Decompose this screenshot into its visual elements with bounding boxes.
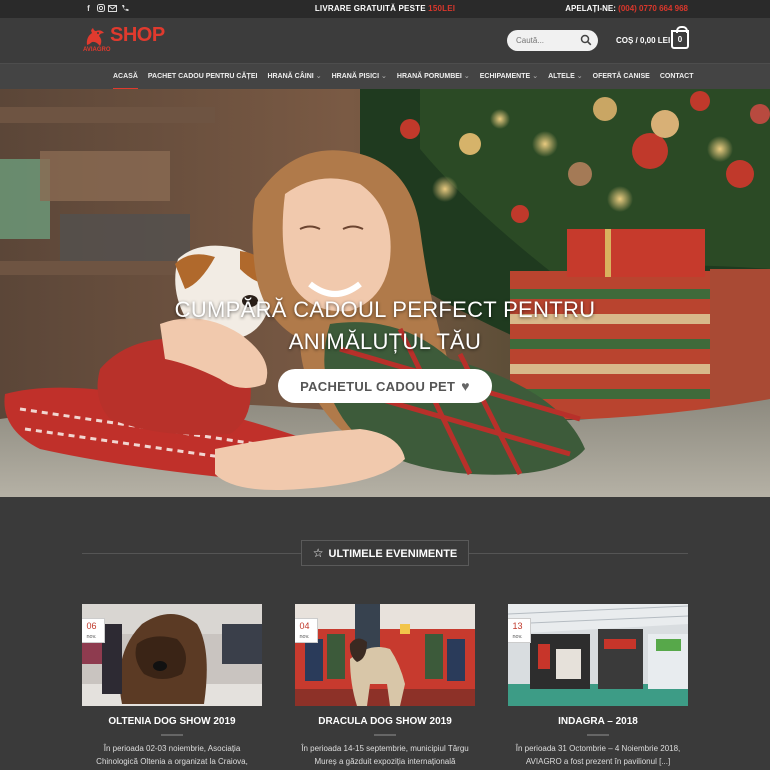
nav-item-acasă[interactable]: ACASĂ <box>113 64 138 90</box>
hero-headline: CUMPĂRĂ CADOUL PERFECT PENTRU ANIMĂLUȚUL… <box>0 294 770 358</box>
nav-item-label: ALTELE <box>548 73 575 80</box>
star-icon: ☆ <box>312 546 324 560</box>
event-card[interactable]: 13 nov. INDAGRA – 2018 În perioada 31 Oc… <box>508 604 688 768</box>
event-card[interactable]: 06 nov. OLTENIA DOG SHOW 2019 În perioad… <box>82 604 262 770</box>
event-day: 04 <box>299 621 310 631</box>
chevron-down-icon: ⌄ <box>315 73 322 80</box>
gift-pack-button[interactable]: PACHETUL CADOU PET ♥ <box>278 369 492 403</box>
event-excerpt: În perioada 14-15 septembrie, municipiul… <box>301 744 469 766</box>
event-image <box>508 604 688 706</box>
nav-item-label: HRANĂ PISICI <box>331 73 380 80</box>
event-day: 13 <box>512 621 523 631</box>
hero-image <box>0 89 770 497</box>
chevron-down-icon: ⌄ <box>381 73 387 80</box>
nav-item-label: ECHIPAMENTE <box>479 73 531 80</box>
nav-item-label: HRANĂ PORUMBEI <box>396 73 462 80</box>
heart-icon: ♥ <box>461 378 470 394</box>
phone-label: APELAȚI-NE: <box>565 4 619 13</box>
nav-item-label: PACHET CADOU PENTRU CĂȚEI <box>147 73 258 80</box>
event-date-badge: 04 nov. <box>295 618 318 643</box>
events-title-text: ULTIMELE EVENIMENTE <box>328 548 458 560</box>
event-month: nov. <box>512 634 523 640</box>
top-bar: f LIVRARE GRATUITĂ PESTE 150LEI APELAȚI-… <box>0 0 770 18</box>
event-date-badge: 13 nov. <box>508 618 531 643</box>
cart-icon[interactable]: 0 <box>671 26 689 49</box>
event-image <box>82 604 262 706</box>
event-thumbnail[interactable]: 04 nov. <box>295 604 475 706</box>
events-section: ☆ ULTIMELE EVENIMENTE 06 nov. OLTENIA DOG… <box>0 497 770 770</box>
events-section-title: ☆ ULTIMELE EVENIMENTE <box>301 540 469 566</box>
event-image <box>295 604 475 706</box>
section-divider-left <box>82 553 301 554</box>
event-separator <box>161 734 183 736</box>
event-excerpt: În perioada 02-03 noiembrie, Asociația C… <box>96 744 248 766</box>
event-title[interactable]: DRACULA DOG SHOW 2019 <box>295 716 475 727</box>
nav-item-ofertă-canise[interactable]: OFERTĂ CANISE <box>593 64 650 90</box>
nav-item-label: HRANĂ CÂINI <box>267 73 314 80</box>
nav-item-hrană-câini[interactable]: HRANĂ CÂINI ⌄ <box>267 64 321 90</box>
event-date-badge: 06 nov. <box>82 618 105 643</box>
event-title[interactable]: INDAGRA – 2018 <box>508 716 688 727</box>
event-month: nov. <box>86 634 97 640</box>
phone-contact: APELAȚI-NE: (004) 0770 664 968 <box>565 4 688 13</box>
section-divider-right <box>469 553 688 554</box>
phone-number[interactable]: (004) 0770 664 968 <box>618 4 688 13</box>
nav-item-hrană-porumbei[interactable]: HRANĂ PORUMBEI ⌄ <box>397 64 470 90</box>
cart-total-link[interactable]: COȘ / 0,00 LEI <box>616 36 670 45</box>
nav-item-altele[interactable]: ALTELE ⌄ <box>548 64 583 90</box>
site-logo[interactable]: SHOP AVIAGRO <box>82 24 182 58</box>
nav-item-label: ACASĂ <box>113 73 138 80</box>
nav-item-contact[interactable]: CONTACT <box>660 64 694 90</box>
hero-banner: CUMPĂRĂ CADOUL PERFECT PENTRU ANIMĂLUȚUL… <box>0 89 770 497</box>
nav-item-label: CONTACT <box>659 73 694 80</box>
nav-item-hrană-pisici[interactable]: HRANĂ PISICI ⌄ <box>332 64 387 90</box>
search-box <box>507 30 598 51</box>
main-nav: ACASĂ PACHET CADOU PENTRU CĂȚEI HRANĂ CÂIN… <box>0 63 770 90</box>
event-separator <box>374 734 396 736</box>
promo-highlight: 150LEI <box>428 4 456 13</box>
event-month: nov. <box>299 634 310 640</box>
event-thumbnail[interactable]: 06 nov. <box>82 604 262 706</box>
chevron-down-icon: ⌄ <box>576 73 583 80</box>
event-card[interactable]: 04 nov. DRACULA DOG SHOW 2019 În perioad… <box>295 604 475 770</box>
nav-item-pachet-cadou-pentru-căței[interactable]: PACHET CADOU PENTRU CĂȚEI <box>148 64 258 90</box>
logo-mark-icon <box>86 28 104 46</box>
hero-headline-line-2: ANIMĂLUȚUL TĂU <box>288 329 482 354</box>
event-excerpt: În perioada 31 Octombrie – 4 Noiembrie 2… <box>515 744 681 766</box>
gift-pack-button-label: PACHETUL CADOU PET <box>300 379 456 394</box>
event-separator <box>587 734 609 736</box>
search-input[interactable] <box>516 34 582 47</box>
event-title[interactable]: OLTENIA DOG SHOW 2019 <box>82 716 262 727</box>
logo-subtitle: AVIAGRO <box>83 47 111 53</box>
site-header: SHOP AVIAGRO COȘ / 0,00 LEI 0 <box>0 18 770 63</box>
chevron-down-icon: ⌄ <box>463 73 470 80</box>
nav-item-label: OFERTĂ CANISE <box>592 73 650 80</box>
logo-word: SHOP <box>110 24 165 46</box>
nav-item-echipamente[interactable]: ECHIPAMENTE ⌄ <box>480 64 538 90</box>
chevron-down-icon: ⌄ <box>532 73 539 80</box>
event-thumbnail[interactable]: 13 nov. <box>508 604 688 706</box>
hero-headline-line-1: CUMPĂRĂ CADOUL PERFECT PENTRU <box>174 297 596 322</box>
search-icon[interactable] <box>580 34 592 46</box>
promo-text: LIVRARE GRATUITĂ PESTE <box>314 4 429 13</box>
event-day: 06 <box>86 621 97 631</box>
